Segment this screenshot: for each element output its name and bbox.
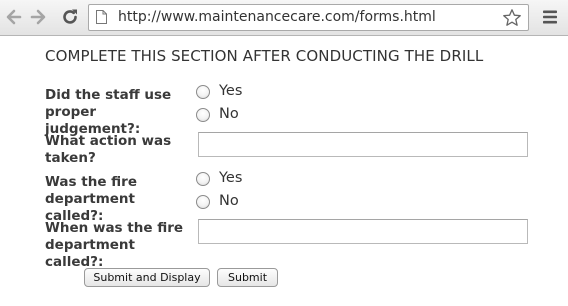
reload-icon[interactable] — [60, 6, 80, 28]
staff-judgement-label: Did the staff use proper judgement?: — [45, 87, 172, 137]
hamburger-menu-icon[interactable] — [542, 9, 558, 25]
submit-and-display-button[interactable]: Submit and Display — [84, 268, 210, 287]
action-taken-input[interactable] — [198, 132, 528, 157]
fire-called-no-radio[interactable] — [196, 195, 210, 209]
url-text: http://www.maintenancecare.com/forms.htm… — [118, 9, 436, 25]
judgement-no-label: No — [219, 106, 239, 122]
fire-department-called-label: Was the fire department called?: — [45, 174, 137, 224]
judgement-no-radio[interactable] — [196, 108, 210, 122]
fire-called-yes-label: Yes — [219, 170, 243, 186]
back-arrow-icon[interactable] — [4, 6, 24, 28]
star-icon[interactable] — [502, 8, 522, 28]
action-taken-label: What action was taken? — [45, 133, 172, 166]
submit-button[interactable]: Submit — [217, 268, 278, 287]
judgement-yes-radio[interactable] — [196, 85, 210, 99]
page-icon — [96, 10, 107, 24]
fire-called-yes-radio[interactable] — [196, 172, 210, 186]
section-heading: COMPLETE THIS SECTION AFTER CONDUCTING T… — [45, 47, 484, 65]
judgement-yes-label: Yes — [219, 83, 243, 99]
forward-arrow-icon[interactable] — [28, 6, 48, 28]
fire-called-no-label: No — [219, 193, 239, 209]
fire-department-time-input[interactable] — [198, 219, 528, 244]
fire-department-time-label: When was the fire department called?: — [45, 220, 184, 270]
browser-toolbar: http://www.maintenancecare.com/forms.htm… — [0, 0, 568, 36]
address-bar[interactable]: http://www.maintenancecare.com/forms.htm… — [88, 4, 529, 31]
